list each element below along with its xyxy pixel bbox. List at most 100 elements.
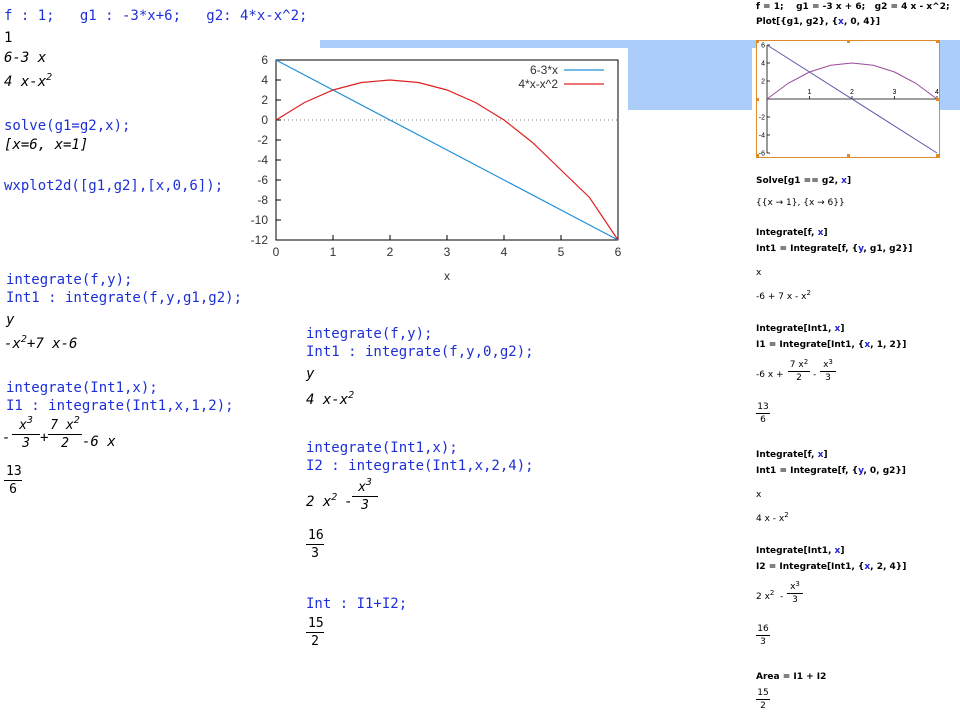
maxima-mid-input-2[interactable]: Int1 : integrate(f,y,0,g2); [306, 344, 534, 360]
maxima-i1-result: 13 6 [4, 464, 22, 497]
mma-out-x2: x [756, 490, 762, 500]
mma-int2b-post: , 1, 2}] [870, 340, 907, 350]
mma-i2-a-base: 2 x [756, 592, 770, 602]
maxima-output-3-base: 4 x-x [4, 74, 47, 90]
maxima-def-input[interactable]: f : 1; g1 : -3*x+6; g2: 4*x-x^2; [4, 8, 307, 24]
maxima-output-2: 6-3 x [4, 50, 47, 66]
maxima-plot-input[interactable]: wxplot2d([g1,g2],[x,0,6]); [4, 178, 223, 194]
mma-i2-a-exp: 2 [769, 589, 775, 597]
mma-y-tick-label: 2 [761, 79, 765, 86]
mma-i1-frac2-den: 3 [825, 373, 831, 383]
x-tick-label: 0 [273, 245, 280, 259]
mma-solve-pre: Solve[g1 == g2, [756, 176, 842, 186]
maxima-solve-output: [x=6, x=1] [4, 137, 89, 153]
mma-plot-input[interactable]: Plot[{g1, g2}, {x, 0, 4}] [756, 17, 880, 27]
maxima-i2-frac-exp: 3 [365, 477, 372, 488]
maxima-i2-frac-num: x [358, 480, 366, 495]
mma-area-result-den: 2 [760, 701, 766, 711]
mma-i1-frac1-num: 7 x [789, 360, 804, 370]
mma-x-tick-label: 1 [808, 89, 812, 96]
maxima-i2-a-exp: 2 [331, 492, 338, 503]
mma-out-poly2: 4 x - x2 [756, 511, 789, 524]
maxima-solve-input[interactable]: solve(g1=g2,x); [4, 118, 130, 134]
mma-area-input[interactable]: Area = I1 + I2 [756, 672, 826, 682]
mma-int3-post: ] [823, 450, 828, 460]
mma-resize-handle[interactable] [936, 154, 939, 157]
maxima-mid-input-3[interactable]: integrate(Int1,x); [306, 440, 458, 456]
mma-i1-a: -6 x + [756, 370, 784, 380]
mma-resize-handle[interactable] [936, 40, 939, 43]
maxima-output-3-exp: 2 [46, 72, 53, 83]
mma-int1b-input[interactable]: Int1 = Integrate[f, {y, g1, g2}] [756, 244, 912, 254]
series-line-1 [275, 59, 619, 241]
mma-i2-frac-den: 3 [792, 595, 798, 605]
x-tick-label: 5 [558, 245, 565, 259]
maxima-mid-output-1: y [306, 366, 315, 382]
mma-plot-pre: Plot[{g1, g2}, { [756, 17, 839, 27]
maxima-mid-input-1[interactable]: integrate(f,y); [306, 326, 432, 342]
maxima-i1-frac2: 7 x2 2 [48, 415, 82, 451]
maxima-integrate-input-1[interactable]: integrate(f,y); [6, 272, 132, 288]
mma-resize-handle[interactable] [756, 154, 759, 157]
mma-y-tick-label: -2 [759, 115, 765, 122]
maxima-i1-input[interactable]: I1 : integrate(Int1,x,1,2); [6, 398, 234, 414]
mma-out-poly2-a: 4 x - x [756, 514, 785, 524]
mma-area-result-num: 15 [757, 688, 769, 698]
maxima-i1-frac2-den: 2 [61, 436, 69, 451]
maxima-i1-frac1-den: 3 [22, 436, 30, 451]
mma-int3-input[interactable]: Integrate[f, x] [756, 450, 828, 460]
mma-int3b-input[interactable]: Int1 = Integrate[f, {y, 0, g2}] [756, 466, 906, 476]
mma-int2b-input[interactable]: I1 = Integrate[Int1, {x, 1, 2}] [756, 340, 906, 350]
y-tick-label: -8 [257, 193, 268, 207]
mma-int4-input[interactable]: Integrate[Int1, x] [756, 546, 844, 556]
mma-resize-handle[interactable] [756, 98, 759, 101]
maxima-i1-frac2-exp: 2 [73, 415, 80, 426]
mma-plot-frame[interactable]: 1 2 3 4 6 4 2 -2 -4 -6 [756, 40, 940, 158]
mma-i1-frac1: 7 x2 2 [788, 358, 810, 383]
mma-solve-input[interactable]: Solve[g1 == g2, x] [756, 176, 851, 186]
blue-highlight-band-far-right [940, 40, 960, 110]
mma-i1-frac2: x3 3 [820, 358, 836, 383]
mma-x-tick-label: 3 [893, 89, 897, 96]
y-tick-label: 2 [261, 93, 268, 107]
mma-resize-handle[interactable] [847, 40, 850, 43]
mma-int1-input[interactable]: Integrate[f, x] [756, 228, 828, 238]
mma-i2-a: 2 x2 [756, 589, 775, 602]
mma-i1-result-den: 6 [760, 415, 766, 425]
maxima-i1-frac2-num: 7 x [50, 418, 74, 433]
y-tick-label: 4 [261, 73, 268, 87]
mma-plot-post: , 0, 4}] [843, 17, 880, 27]
mma-int2-input[interactable]: Integrate[Int1, x] [756, 324, 844, 334]
mma-resize-handle[interactable] [756, 40, 759, 43]
mma-out-poly1-exp: 2 [806, 289, 811, 297]
maxima-integrate-input-3[interactable]: integrate(Int1,x); [6, 380, 158, 396]
mma-int1-post: ] [823, 228, 828, 238]
maxima-i2-result-num: 16 [308, 528, 324, 543]
maxima-int-out2-a: -x [4, 336, 21, 352]
mma-int3b-pre: Int1 = Integrate[f, { [756, 466, 859, 476]
maxima-i2-result: 16 3 [306, 528, 324, 561]
mma-resize-handle[interactable] [847, 154, 850, 157]
mma-plot-svg: 1 2 3 4 6 4 2 -2 -4 -6 [756, 40, 939, 158]
mma-y-tick-label: 4 [761, 61, 765, 68]
mma-int4b-input[interactable]: I2 = Integrate[Int1, {x, 2, 4}] [756, 562, 906, 572]
maxima-mid-out2-exp: 2 [348, 390, 355, 401]
mma-int2-pre: Integrate[Int1, [756, 324, 835, 334]
maxima-int-sum-input[interactable]: Int : I1+I2; [306, 596, 407, 612]
mma-i2-result-num: 16 [757, 624, 769, 634]
x-tick-label: 1 [330, 245, 337, 259]
maxima-i2-input[interactable]: I2 : integrate(Int1,x,2,4); [306, 458, 534, 474]
mma-def-input[interactable]: f = 1; g1 = -3 x + 6; g2 = 4 x - x^2; [756, 2, 950, 12]
mma-int4b-post: , 2, 4}] [870, 562, 907, 572]
mma-y-tick-label: -4 [759, 133, 765, 140]
blue-highlight-band-right [624, 40, 752, 110]
mma-solve-post: ] [846, 176, 852, 186]
maxima-i1-tail: -6 x [82, 434, 116, 450]
mma-y-tick-label: -6 [759, 151, 765, 158]
legend-label-1: 6-3*x [530, 63, 558, 77]
maxima-integrate-input-2[interactable]: Int1 : integrate(f,y,g1,g2); [6, 290, 242, 306]
maxima-i2-a: 2 x2 [306, 492, 338, 510]
mma-resize-handle[interactable] [936, 98, 939, 101]
mma-i1-minus: - [813, 370, 817, 380]
x-tick-label: 6 [615, 245, 622, 259]
